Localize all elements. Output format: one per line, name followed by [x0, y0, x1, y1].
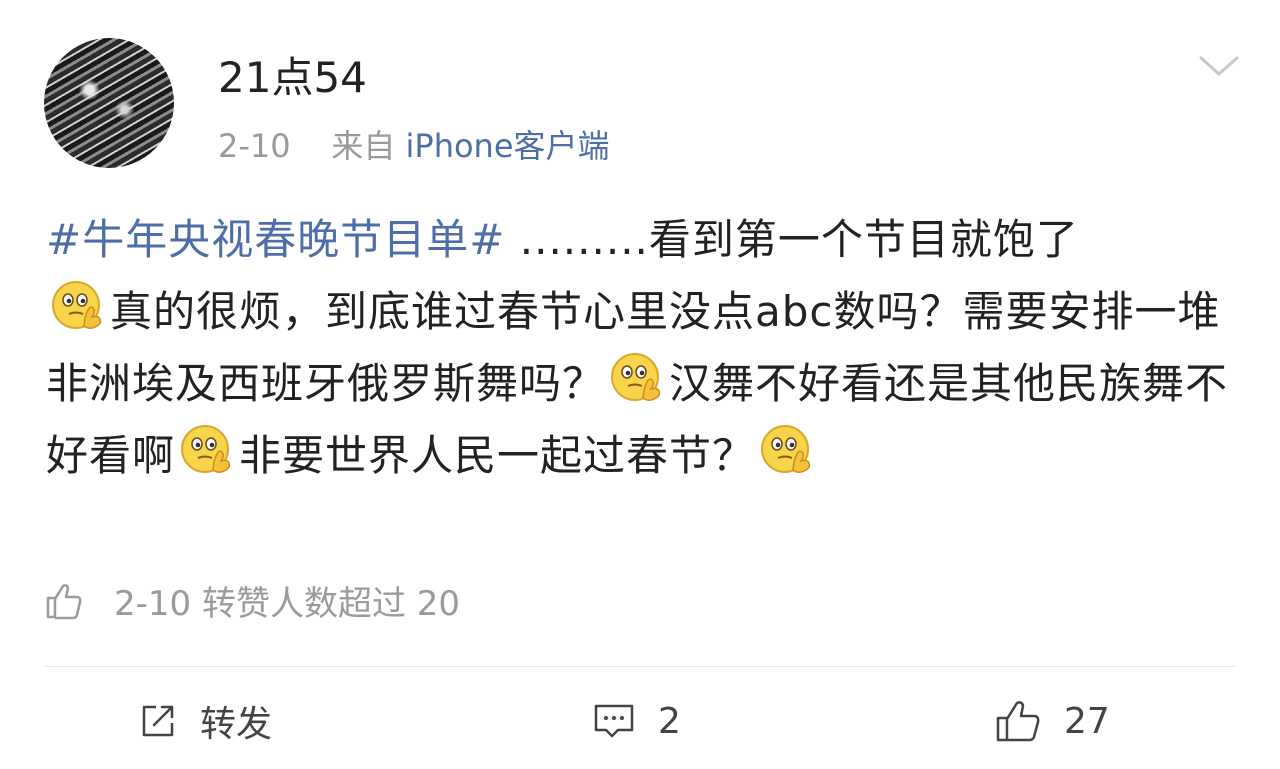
topic-link[interactable]: #牛年央视春晚节目单#: [46, 215, 505, 264]
comment-button[interactable]: 2: [592, 696, 681, 746]
like-count: 27: [1064, 700, 1110, 742]
thumbs-up-icon: [996, 701, 1040, 742]
chevron-down-icon[interactable]: [1198, 50, 1240, 80]
source-prefix: 来自: [331, 127, 396, 165]
post-content: #牛年央视春晚节目单# .........看到第一个节目就饱了 真的很烦，到底谁过…: [46, 204, 1246, 492]
thinking-face-emoji: [52, 281, 102, 330]
source-link[interactable]: iPhone客户端: [406, 127, 610, 165]
comment-icon: [594, 704, 634, 738]
thinking-face-emoji: [611, 353, 661, 402]
post-text-1: .........看到第一个节目就饱了: [505, 215, 1079, 264]
like-summary: 2-10 转赞人数超过 20: [44, 580, 460, 628]
post-time: 2-10: [218, 127, 291, 165]
repost-label: 转发: [200, 704, 273, 745]
thinking-face-emoji: [181, 425, 231, 474]
thinking-face-emoji: [761, 425, 811, 474]
author-name[interactable]: 21点54: [218, 52, 367, 104]
post-text-4: 非要世界人民一起过春节？: [239, 431, 756, 480]
thumbs-up-icon: [46, 584, 82, 620]
like-button[interactable]: 27: [994, 696, 1110, 746]
like-summary-text: 2-10 转赞人数超过 20: [114, 584, 461, 624]
repost-button[interactable]: 转发: [138, 696, 272, 746]
share-icon: [142, 705, 174, 737]
comment-count: 2: [658, 700, 681, 742]
avatar[interactable]: [44, 38, 174, 168]
post-meta: 2-10 来自 iPhone客户端: [218, 124, 610, 168]
divider: [44, 666, 1236, 667]
